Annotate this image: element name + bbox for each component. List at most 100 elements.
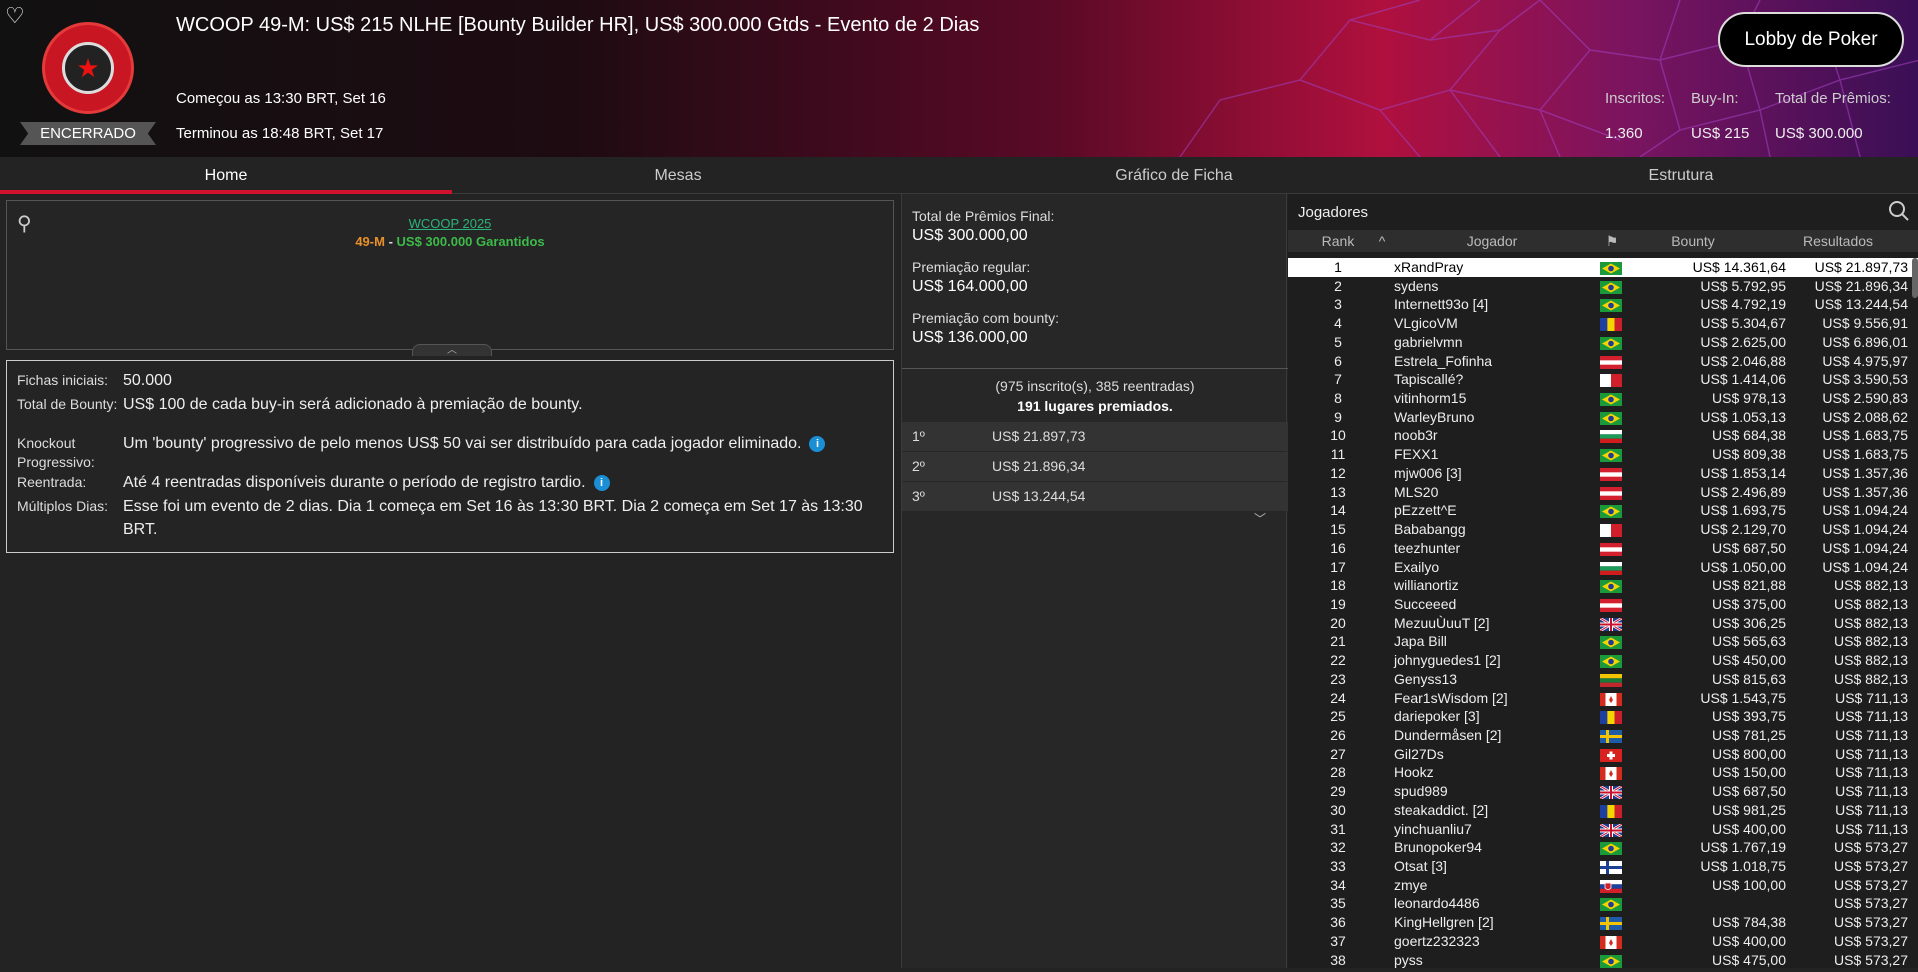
search-icon[interactable] bbox=[1888, 200, 1910, 228]
info-icon[interactable]: i bbox=[809, 436, 826, 452]
player-result: US$ 711,13 bbox=[1835, 726, 1908, 743]
player-result: US$ 1.357,36 bbox=[1822, 464, 1908, 481]
tab-home[interactable]: Home bbox=[0, 157, 452, 194]
player-bounty: US$ 781,25 bbox=[1712, 726, 1786, 743]
table-row[interactable]: 31 yinchuanliu7 US$ 400,00 US$ 711,13 bbox=[1288, 820, 1918, 839]
player-bounty: US$ 1.050,00 bbox=[1700, 558, 1786, 575]
player-name: gabrielvmn bbox=[1394, 333, 1463, 350]
player-bounty: US$ 1.543,75 bbox=[1700, 689, 1786, 706]
table-row[interactable]: 23 Genyss13 US$ 815,63 US$ 882,13 bbox=[1288, 670, 1918, 689]
heart-icon[interactable]: ♡ bbox=[5, 3, 25, 29]
column-results[interactable]: Resultados bbox=[1758, 230, 1918, 252]
player-rank: 25 bbox=[1330, 708, 1346, 725]
country-flag-icon bbox=[1600, 654, 1622, 669]
table-row[interactable]: 14 pEzzett^E US$ 1.693,75 US$ 1.094,24 bbox=[1288, 501, 1918, 520]
table-row[interactable]: 4 VLgicoVM US$ 5.304,67 US$ 9.556,91 bbox=[1288, 314, 1918, 333]
tab-structure[interactable]: Estrutura bbox=[1444, 157, 1918, 194]
player-bounty: US$ 2.625,00 bbox=[1700, 333, 1786, 350]
table-row[interactable]: 27 Gil27Ds US$ 800,00 US$ 711,13 bbox=[1288, 745, 1918, 764]
player-bounty: US$ 450,00 bbox=[1712, 652, 1786, 669]
table-row[interactable]: 10 noob3r US$ 684,38 US$ 1.683,75 bbox=[1288, 426, 1918, 445]
players-panel: Jogadores Rank ^ Jogador ⚑ Bounty Result… bbox=[1288, 194, 1918, 968]
prize-amount: US$ 21.897,73 bbox=[992, 428, 1086, 444]
player-bounty: US$ 2.046,88 bbox=[1700, 352, 1786, 369]
table-row[interactable]: 6 Estrela_Fofinha US$ 2.046,88 US$ 4.975,97 bbox=[1288, 352, 1918, 371]
chevron-down-icon[interactable]: ﹀ bbox=[1254, 510, 1266, 527]
table-row[interactable]: 19 Succeeed US$ 375,00 US$ 882,13 bbox=[1288, 595, 1918, 614]
table-row[interactable]: 15 Bababangg US$ 2.129,70 US$ 1.094,24 bbox=[1288, 520, 1918, 539]
prize-pool-label: Total de Prêmios: bbox=[1775, 90, 1891, 107]
table-row[interactable]: 7 Tapiscallé? US$ 1.414,06 US$ 3.590,53 bbox=[1288, 370, 1918, 389]
column-rank[interactable]: Rank bbox=[1288, 230, 1388, 252]
table-row[interactable]: 30 steakaddict. [2] US$ 981,25 US$ 711,13 bbox=[1288, 801, 1918, 820]
table-row[interactable]: 29 spud989 US$ 687,50 US$ 711,13 bbox=[1288, 782, 1918, 801]
table-row[interactable]: 3 Internett93o [4] US$ 4.792,19 US$ 13.244,… bbox=[1288, 295, 1918, 314]
player-result: US$ 1.357,36 bbox=[1822, 483, 1908, 500]
player-result: US$ 21.896,34 bbox=[1814, 277, 1908, 294]
prize-place: 3º bbox=[912, 488, 925, 504]
table-row[interactable]: 24 Fear1sWisdom [2] US$ 1.543,75 US$ 711,13 bbox=[1288, 689, 1918, 708]
bounty-prize: Premiação com bounty: US$ 136.000,00 bbox=[902, 310, 1286, 347]
table-row[interactable]: 2 sydens US$ 5.792,95 US$ 21.896,34 bbox=[1288, 277, 1918, 296]
collapse-toggle[interactable]: ︿ bbox=[412, 344, 492, 356]
country-flag-icon bbox=[1600, 317, 1622, 332]
table-row[interactable]: 17 Exailyo US$ 1.050,00 US$ 1.094,24 bbox=[1288, 558, 1918, 577]
player-rank: 10 bbox=[1330, 427, 1346, 444]
table-row[interactable]: 13 MLS20 US$ 2.496,89 US$ 1.357,36 bbox=[1288, 483, 1918, 502]
country-flag-icon bbox=[1600, 467, 1622, 481]
sort-ascending-icon[interactable]: ^ bbox=[1374, 230, 1390, 252]
player-rank: 24 bbox=[1330, 689, 1346, 706]
player-name: xRandPray bbox=[1394, 259, 1464, 275]
regular-prize-value: US$ 164.000,00 bbox=[912, 278, 1028, 295]
table-row[interactable]: 37 goertz232323 US$ 400,00 US$ 573,27 bbox=[1288, 932, 1918, 951]
table-row[interactable]: 35 leonardo4486 US$ 573,27 bbox=[1288, 894, 1918, 913]
player-bounty: US$ 400,00 bbox=[1712, 932, 1786, 949]
info-icon[interactable]: i bbox=[593, 475, 610, 491]
player-name: spud989 bbox=[1394, 783, 1448, 800]
table-row[interactable]: 25 dariepoker [3] US$ 393,75 US$ 711,13 bbox=[1288, 707, 1918, 726]
table-row[interactable]: 16 teezhunter US$ 687,50 US$ 1.094,24 bbox=[1288, 539, 1918, 558]
table-row[interactable]: 38 pyss US$ 475,00 US$ 573,27 bbox=[1288, 951, 1918, 970]
player-result: US$ 1.094,24 bbox=[1822, 558, 1908, 575]
table-row[interactable]: 22 johnyguedes1 [2] US$ 450,00 US$ 882,13 bbox=[1288, 651, 1918, 670]
prize-place: 1º bbox=[912, 428, 925, 444]
scrollbar[interactable] bbox=[1912, 258, 1918, 298]
table-row[interactable]: 33 Otsat [3] US$ 1.018,75 US$ 573,27 bbox=[1288, 857, 1918, 876]
table-row[interactable]: 32 Brunopoker94 US$ 1.767,19 US$ 573,27 bbox=[1288, 838, 1918, 857]
player-result: US$ 573,27 bbox=[1834, 858, 1908, 874]
tournament-info: Fichas iniciais: 50.000 Total de Bounty: U… bbox=[6, 360, 894, 553]
poker-lobby-button[interactable]: Lobby de Poker bbox=[1718, 12, 1904, 67]
table-row[interactable]: 26 Dundermåsen [2] US$ 781,25 US$ 711,13 bbox=[1288, 726, 1918, 745]
table-row[interactable]: 28 Hookz US$ 150,00 US$ 711,13 bbox=[1288, 763, 1918, 782]
player-bounty: US$ 815,63 bbox=[1712, 670, 1786, 687]
player-result: US$ 573,27 bbox=[1834, 895, 1908, 912]
tab-chip-graph[interactable]: Gráfico de Ficha bbox=[904, 157, 1444, 194]
table-row[interactable]: 20 MezuuÙuuT [2] US$ 306,25 US$ 882,13 bbox=[1288, 614, 1918, 633]
country-flag-icon bbox=[1600, 710, 1622, 725]
player-result: US$ 573,27 bbox=[1834, 932, 1908, 949]
table-row[interactable]: 1 xRandPray US$ 14.361,64 US$ 21.897,73 bbox=[1288, 258, 1918, 277]
buyin-value: US$ 215 bbox=[1691, 125, 1750, 142]
table-row[interactable]: 8 vitinhorm15 US$ 978,13 US$ 2.590,83 bbox=[1288, 389, 1918, 408]
player-name: dariepoker [3] bbox=[1394, 708, 1480, 725]
table-row[interactable]: 9 WarleyBruno US$ 1.053,13 US$ 2.088,62 bbox=[1288, 408, 1918, 427]
player-result: US$ 573,27 bbox=[1834, 839, 1908, 856]
column-player[interactable]: Jogador bbox=[1392, 230, 1592, 252]
table-row[interactable]: 11 FEXX1 US$ 809,38 US$ 1.683,75 bbox=[1288, 445, 1918, 464]
table-row[interactable]: 18 willianortiz US$ 821,88 US$ 882,13 bbox=[1288, 576, 1918, 595]
table-row[interactable]: 21 Japa Bill US$ 565,63 US$ 882,13 bbox=[1288, 632, 1918, 651]
flag-icon[interactable]: ⚑ bbox=[1598, 230, 1626, 252]
bounty-prize-label: Premiação com bounty: bbox=[912, 310, 1060, 326]
column-bounty[interactable]: Bounty bbox=[1628, 230, 1758, 252]
series-link[interactable]: WCOOP 2025 bbox=[7, 216, 893, 231]
tournament-header: ♡ ★ ENCERRADO WCOOP 49-M: US$ 215 NLHE [… bbox=[0, 0, 1918, 157]
final-prize-label: Total de Prêmios Final: bbox=[912, 208, 1055, 224]
table-row[interactable]: 12 mjw006 [3] US$ 1.853,14 US$ 1.357,36 bbox=[1288, 464, 1918, 483]
player-name: Dundermåsen [2] bbox=[1394, 726, 1502, 743]
player-name: Internett93o [4] bbox=[1394, 296, 1489, 313]
player-bounty: US$ 809,38 bbox=[1712, 446, 1786, 463]
table-row[interactable]: 36 KingHellgren [2] US$ 784,38 US$ 573,27 bbox=[1288, 913, 1918, 932]
table-row[interactable]: 5 gabrielvmn US$ 2.625,00 US$ 6.896,01 bbox=[1288, 333, 1918, 352]
table-row[interactable]: 34 zmye US$ 100,00 US$ 573,27 bbox=[1288, 876, 1918, 895]
tab-tables[interactable]: Mesas bbox=[452, 157, 904, 194]
